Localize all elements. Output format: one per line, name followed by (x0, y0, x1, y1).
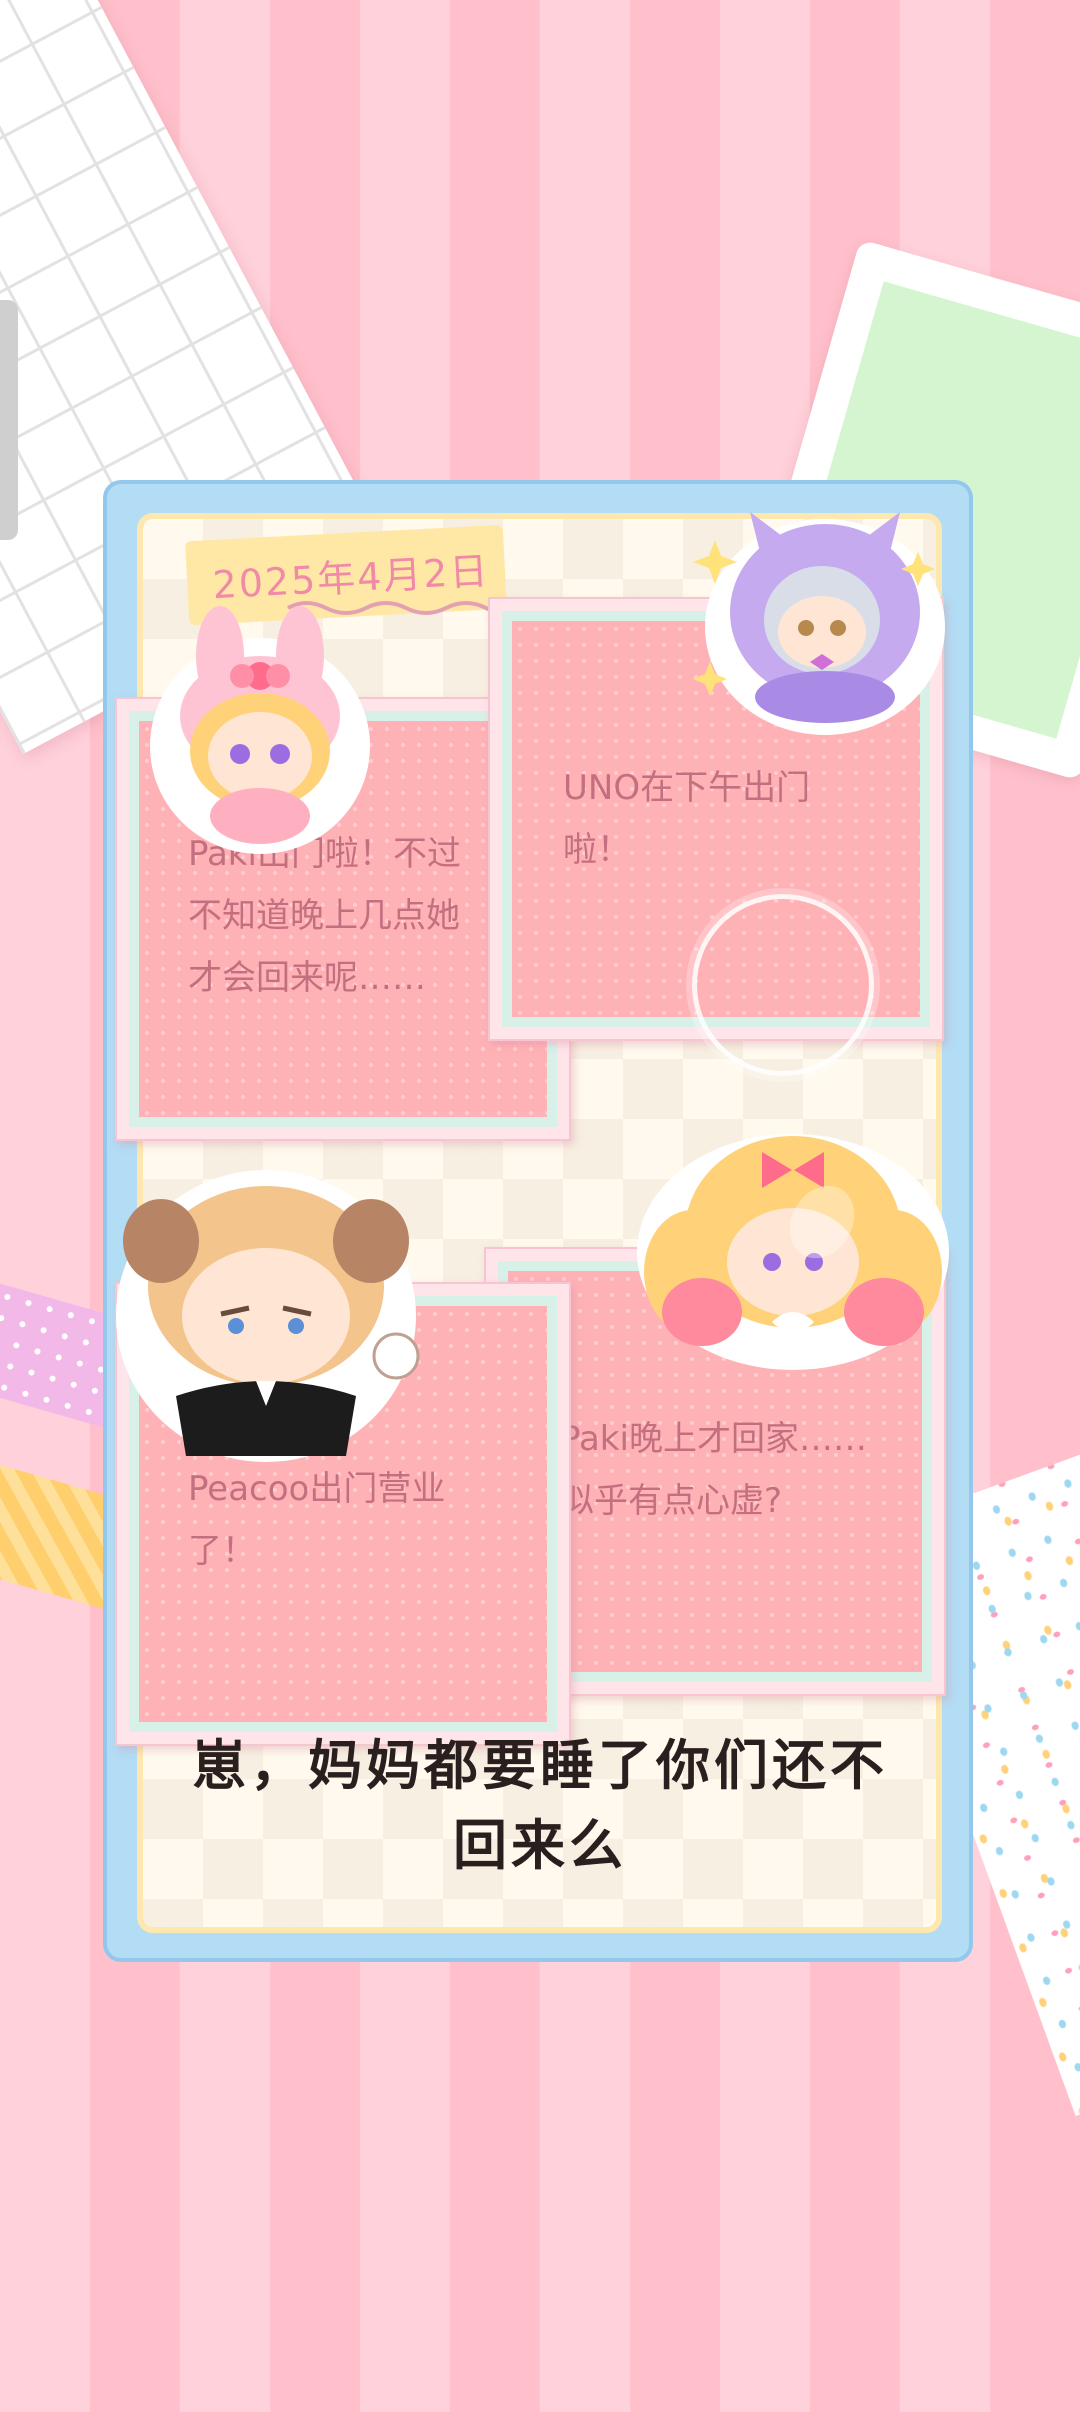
note-text-3: Peacoo出门营业了！ (188, 1469, 446, 1571)
peacoo-sticker-icon (116, 1170, 420, 1462)
uno-sticker-icon (693, 512, 945, 735)
paki-bunny-sticker-icon (150, 606, 370, 854)
note-text-4: Paki晚上才回家……似乎有点心虚? (560, 1419, 867, 1521)
paki-blonde-sticker-icon (637, 1134, 949, 1370)
caption-text: 崽，妈妈都要睡了你们还不回来么 (192, 1734, 888, 1877)
note-text-2: UNO在下午出门啦！ (563, 768, 811, 870)
tap-ring-indicator[interactable] (692, 894, 874, 1076)
side-drawer-handle[interactable] (0, 300, 18, 540)
